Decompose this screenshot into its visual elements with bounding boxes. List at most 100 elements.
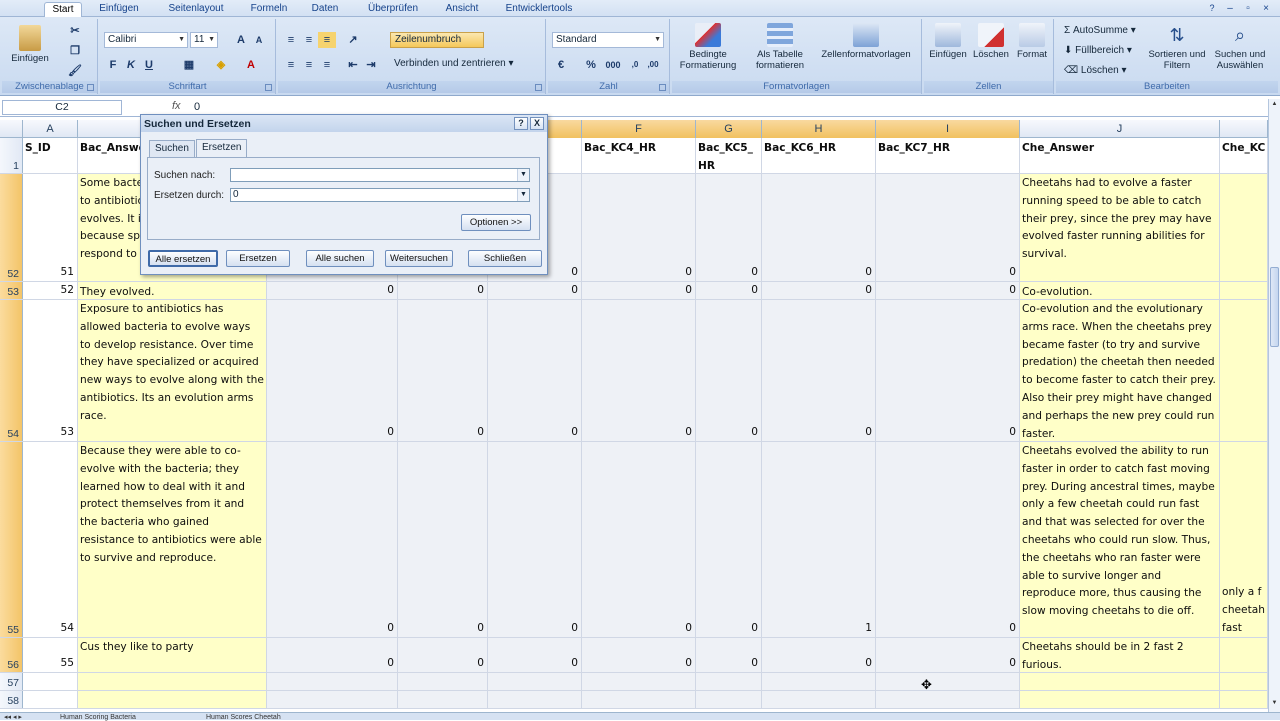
cell-score[interactable]	[876, 673, 1020, 690]
cell-che-answer[interactable]: Co-evolution and the evolutionary arms r…	[1020, 300, 1220, 441]
cell-score[interactable]: 0	[488, 442, 582, 637]
cell-score[interactable]	[398, 691, 488, 708]
cell-id[interactable]: 55	[23, 638, 78, 672]
cell-score[interactable]: 0	[876, 638, 1020, 672]
merge-center-button[interactable]: Verbinden und zentrieren ▾	[394, 57, 542, 73]
cell-score[interactable]	[762, 673, 876, 690]
cell-score[interactable]: 0	[582, 300, 696, 441]
italic-button[interactable]: K	[122, 57, 140, 73]
row-header[interactable]: 55	[0, 442, 23, 637]
fill-button[interactable]: ⬇ Füllbereich ▾	[1064, 44, 1132, 60]
cell-che-answer[interactable]: Cheetahs should be in 2 fast 2 furious.	[1020, 638, 1220, 672]
cell-header-kc4[interactable]: Bac_KC4_HR	[582, 138, 696, 173]
cell-score[interactable]: 0	[696, 638, 762, 672]
cell-score[interactable]	[876, 691, 1020, 708]
paste-button[interactable]: Einfügen	[10, 25, 50, 64]
replace-button[interactable]: Ersetzen	[226, 250, 290, 267]
bold-button[interactable]: F	[104, 57, 122, 73]
cell-che-answer[interactable]: Cheetahs had to evolve a faster running …	[1020, 174, 1220, 281]
row-header[interactable]: 56	[0, 638, 23, 672]
cell-che-answer[interactable]: Co-evolution.	[1020, 282, 1220, 299]
minimize-icon[interactable]: –	[1224, 2, 1236, 17]
cell-che-kc[interactable]	[1220, 282, 1268, 299]
cell-score[interactable]	[582, 691, 696, 708]
tab-formeln[interactable]: Formeln	[244, 2, 294, 17]
cell-score[interactable]: 0	[696, 442, 762, 637]
cell-score[interactable]	[696, 691, 762, 708]
cell-score[interactable]	[267, 673, 398, 690]
number-launcher-icon[interactable]	[659, 84, 666, 91]
percent-button[interactable]: %	[582, 57, 600, 73]
cell-score[interactable]: 0	[398, 282, 488, 299]
col-header-h[interactable]: H	[762, 120, 876, 138]
close-icon[interactable]: ×	[1260, 2, 1272, 17]
formula-input[interactable]: 0	[194, 101, 200, 113]
tab-start[interactable]: Start	[44, 2, 82, 17]
currency-icon[interactable]: €	[552, 57, 570, 73]
close-button[interactable]: Schließen	[468, 250, 542, 267]
font-color-icon[interactable]: A	[242, 57, 260, 73]
cell-score[interactable]: 0	[488, 638, 582, 672]
decrease-indent-icon[interactable]: ⇤	[344, 57, 362, 73]
cell-header-kc6[interactable]: Bac_KC6_HR	[762, 138, 876, 173]
cell-che-kc[interactable]	[1220, 174, 1268, 281]
tab-ueberpruefen[interactable]: Überprüfen	[360, 2, 426, 17]
cell-bac-answer[interactable]	[78, 691, 267, 708]
tab-entwicklertools[interactable]: Entwicklertools	[498, 2, 580, 17]
cell-bac-answer[interactable]: Because they were able to co-evolve with…	[78, 442, 267, 637]
row-header[interactable]: 57	[0, 673, 23, 690]
align-center-icon[interactable]: ≡	[300, 57, 318, 73]
cell-id[interactable]: 54	[23, 442, 78, 637]
col-header-j[interactable]: J	[1020, 120, 1220, 138]
vertical-scrollbar[interactable]: ▲ ▼	[1268, 99, 1280, 712]
cell-score[interactable]	[696, 673, 762, 690]
fx-icon[interactable]: fx	[172, 100, 181, 112]
tab-ansicht[interactable]: Ansicht	[438, 2, 486, 17]
cell-che-kc[interactable]: only a f cheetah fast	[1220, 442, 1268, 637]
tab-daten[interactable]: Daten	[304, 2, 346, 17]
col-header-a[interactable]: A	[23, 120, 78, 138]
cell-score[interactable]: 0	[267, 638, 398, 672]
cell-score[interactable]: 0	[488, 300, 582, 441]
col-header-f[interactable]: F	[582, 120, 696, 138]
cell-score[interactable]	[267, 691, 398, 708]
cell-che-answer[interactable]	[1020, 673, 1220, 690]
insert-cells-button[interactable]: Einfügen	[926, 23, 970, 60]
cell-score[interactable]: 0	[398, 638, 488, 672]
cell-score[interactable]: 0	[267, 300, 398, 441]
cell-score[interactable]: 0	[876, 174, 1020, 281]
increase-decimal-icon[interactable]: ,0	[626, 57, 644, 73]
row-header-1[interactable]: 1	[0, 138, 23, 173]
row-header[interactable]: 54	[0, 300, 23, 441]
conditional-formatting-button[interactable]: Bedingte Formatierung	[674, 23, 742, 71]
cell-id[interactable]: 52	[23, 282, 78, 299]
cell-score[interactable]: 0	[696, 300, 762, 441]
tab-replace[interactable]: Ersetzen	[196, 139, 248, 158]
cell-score[interactable]	[488, 673, 582, 690]
cell-header-kc7[interactable]: Bac_KC7_HR	[876, 138, 1020, 173]
cell-header-che-answer[interactable]: Che_Answer	[1020, 138, 1220, 173]
replace-with-input[interactable]: 0 ▼	[230, 188, 530, 202]
cell-bac-answer[interactable]	[78, 673, 267, 690]
align-middle-icon[interactable]: ≡	[300, 32, 318, 48]
cell-score[interactable]: 0	[762, 174, 876, 281]
cell-che-answer[interactable]	[1020, 691, 1220, 708]
tab-einfuegen[interactable]: Einfügen	[92, 2, 146, 17]
autosum-button[interactable]: Σ AutoSumme ▾	[1064, 24, 1136, 40]
col-header-k[interactable]	[1220, 120, 1268, 138]
cell-score[interactable]: 0	[398, 300, 488, 441]
cell-score[interactable]	[582, 673, 696, 690]
row-header[interactable]: 58	[0, 691, 23, 708]
sort-filter-button[interactable]: ⇅ Sortieren und Filtern	[1148, 23, 1206, 71]
clipboard-launcher-icon[interactable]	[87, 84, 94, 91]
decrease-decimal-icon[interactable]: ,00	[644, 57, 662, 73]
cell-score[interactable]: 0	[762, 638, 876, 672]
copy-icon[interactable]: ❐	[66, 43, 84, 59]
cell-score[interactable]: 0	[762, 282, 876, 299]
replace-dropdown-icon[interactable]: ▼	[517, 189, 529, 201]
cell-score[interactable]: 0	[267, 442, 398, 637]
align-top-icon[interactable]: ≡	[282, 32, 300, 48]
cell-score[interactable]	[488, 691, 582, 708]
cell-id[interactable]	[23, 691, 78, 708]
orientation-icon[interactable]: ↗	[344, 32, 362, 48]
